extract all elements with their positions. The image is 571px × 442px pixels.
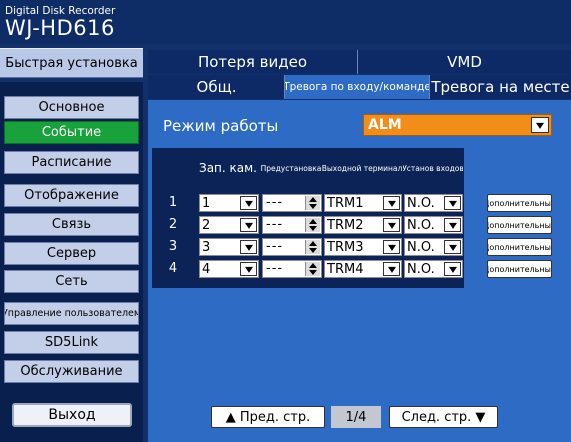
camera-value: 2 bbox=[202, 218, 211, 233]
chevron-down-icon bbox=[240, 218, 257, 232]
advanced-button[interactable]: Дополнительные bbox=[487, 238, 552, 256]
sidebar-item-schedule[interactable]: Расписание bbox=[4, 151, 139, 174]
chevron-down-icon bbox=[444, 240, 461, 254]
app-header: Digital Disk Recorder WJ-HD616 bbox=[0, 0, 571, 44]
camera-value: 1 bbox=[202, 196, 211, 211]
camera-select[interactable]: 4 bbox=[199, 260, 259, 278]
next-page-button[interactable]: След. стр. ▼ bbox=[389, 406, 498, 428]
sidebar-item-maintenance[interactable]: Обслуживание bbox=[4, 360, 139, 383]
camera-select[interactable]: 2 bbox=[199, 216, 259, 234]
page-indicator: 1/4 bbox=[331, 406, 381, 428]
column-header-preset: Предустановка bbox=[260, 163, 322, 173]
preset-value: --- bbox=[266, 239, 284, 254]
row-number: 4 bbox=[168, 261, 178, 276]
input-setting-value: N.O. bbox=[407, 218, 435, 233]
chevron-down-icon bbox=[383, 262, 400, 276]
output-terminal-select[interactable]: TRM3 bbox=[324, 238, 402, 256]
spinner-arrows-icon[interactable] bbox=[305, 262, 320, 276]
chevron-down-icon bbox=[444, 218, 461, 232]
operation-mode-select[interactable]: ALM bbox=[363, 114, 552, 136]
tab-video-loss[interactable]: Потеря видео bbox=[148, 50, 357, 74]
preset-value: --- bbox=[266, 195, 284, 210]
quick-setup-button[interactable]: Быстрая установка bbox=[0, 48, 143, 78]
chevron-down-icon bbox=[383, 196, 400, 210]
preset-spinner[interactable]: --- bbox=[262, 260, 322, 278]
sidebar-item-sd5link[interactable]: SD5Link bbox=[4, 331, 139, 354]
tab-separator bbox=[429, 75, 430, 99]
tab-site-alarm[interactable]: Тревога на месте bbox=[430, 75, 571, 99]
spinner-arrows-icon[interactable] bbox=[305, 240, 320, 254]
sidebar-item-display[interactable]: Отображение bbox=[4, 184, 139, 207]
sidebar-item-communication[interactable]: Связь bbox=[4, 213, 139, 236]
output-terminal-select[interactable]: TRM2 bbox=[324, 216, 402, 234]
chevron-down-icon bbox=[383, 240, 400, 254]
operation-mode-value: ALM bbox=[368, 117, 402, 133]
input-setting-value: N.O. bbox=[407, 196, 435, 211]
sidebar-item-server[interactable]: Сервер bbox=[4, 242, 139, 265]
row-number: 3 bbox=[168, 239, 178, 254]
advanced-button[interactable]: Дополнительные bbox=[487, 194, 552, 212]
input-setting-select[interactable]: N.O. bbox=[404, 194, 463, 212]
chevron-down-icon bbox=[444, 196, 461, 210]
output-terminal-value: TRM3 bbox=[327, 240, 364, 255]
row-number: 2 bbox=[168, 217, 178, 232]
tab-general[interactable]: Общ. bbox=[148, 75, 285, 99]
camera-value: 4 bbox=[202, 262, 211, 277]
chevron-down-icon bbox=[240, 196, 257, 210]
preset-value: --- bbox=[266, 261, 284, 276]
chevron-down-icon bbox=[383, 218, 400, 232]
output-terminal-value: TRM4 bbox=[327, 262, 364, 277]
preset-spinner[interactable]: --- bbox=[262, 194, 322, 212]
output-terminal-value: TRM2 bbox=[327, 218, 364, 233]
preset-value: --- bbox=[266, 217, 284, 232]
advanced-button[interactable]: Дополнительные bbox=[487, 260, 552, 278]
tab-vmd[interactable]: VMD bbox=[358, 50, 571, 74]
input-setting-select[interactable]: N.O. bbox=[404, 216, 463, 234]
camera-select[interactable]: 1 bbox=[199, 194, 259, 212]
output-terminal-value: TRM1 bbox=[327, 196, 364, 211]
input-setting-value: N.O. bbox=[407, 240, 435, 255]
camera-value: 3 bbox=[202, 240, 211, 255]
chevron-down-icon[interactable] bbox=[531, 117, 549, 133]
chevron-down-icon bbox=[240, 240, 257, 254]
chevron-down-icon bbox=[240, 262, 257, 276]
sidebar-item-basic[interactable]: Основное bbox=[4, 96, 139, 119]
sidebar-item-network[interactable]: Сеть bbox=[4, 270, 139, 293]
input-setting-select[interactable]: N.O. bbox=[404, 238, 463, 256]
exit-button[interactable]: Выход bbox=[12, 403, 132, 427]
sidebar-item-user-management[interactable]: Управление пользователем bbox=[4, 302, 139, 325]
spinner-arrows-icon[interactable] bbox=[305, 196, 320, 210]
preset-spinner[interactable]: --- bbox=[262, 238, 322, 256]
prev-page-button[interactable]: ▲ Пред. стр. bbox=[211, 406, 325, 428]
brand-model: WJ-HD616 bbox=[5, 16, 115, 40]
sidebar-item-event[interactable]: Событие bbox=[4, 121, 139, 144]
output-terminal-select[interactable]: TRM4 bbox=[324, 260, 402, 278]
input-setting-value: N.O. bbox=[407, 262, 435, 277]
advanced-button[interactable]: Дополнительные bbox=[487, 216, 552, 234]
camera-select[interactable]: 3 bbox=[199, 238, 259, 256]
chevron-down-icon bbox=[444, 262, 461, 276]
input-setting-select[interactable]: N.O. bbox=[404, 260, 463, 278]
tab-alarm-input-command[interactable]: Тревога по входу/команде bbox=[285, 75, 429, 99]
output-terminal-select[interactable]: TRM1 bbox=[324, 194, 402, 212]
column-header-input-setting: Установ входов bbox=[403, 163, 463, 173]
row-number: 1 bbox=[168, 195, 178, 210]
column-header-camera: Зап. кам. bbox=[199, 161, 257, 175]
column-header-output-terminal: Выходной терминал bbox=[322, 163, 402, 173]
tab-separator bbox=[357, 50, 358, 74]
operation-mode-label: Режим работы bbox=[163, 117, 279, 135]
preset-spinner[interactable]: --- bbox=[262, 216, 322, 234]
tab-separator bbox=[284, 75, 285, 99]
spinner-arrows-icon[interactable] bbox=[305, 218, 320, 232]
